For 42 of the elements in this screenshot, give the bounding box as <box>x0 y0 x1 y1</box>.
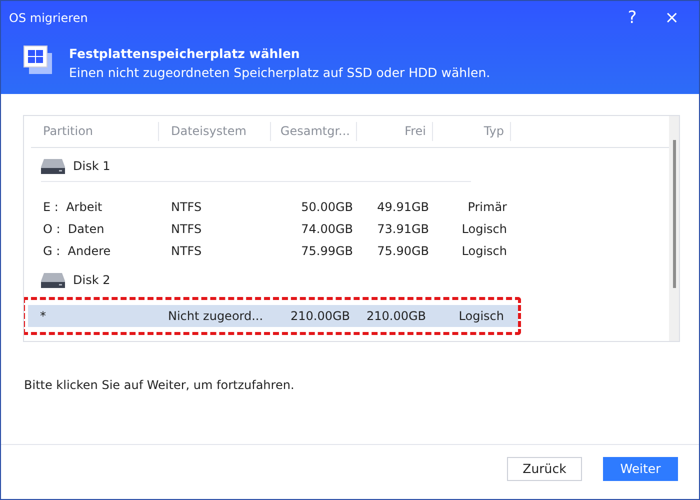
disk-label: Disk 1 <box>73 158 110 175</box>
window-title: OS migrieren <box>9 10 88 27</box>
back-button[interactable]: Zurück <box>507 457 582 481</box>
scrollbar[interactable] <box>669 116 679 341</box>
table-cell-text: NTFS <box>170 221 203 238</box>
disk-label: Disk 2 <box>73 272 110 289</box>
column-header[interactable]: Partition <box>31 122 159 141</box>
table-cell-text: O : Daten <box>42 221 106 238</box>
partition-row[interactable]: G : Andere NTFS 75.99GB 75.90GB Logisch <box>31 240 669 262</box>
table-cell-text: 210.00GB <box>365 308 427 325</box>
table-cell-text: E : Arbeit <box>42 199 104 216</box>
table-cell-text: Logisch <box>458 308 505 325</box>
column-header[interactable]: Gesamtgr... <box>271 122 357 141</box>
table-cell-text: 74.00GB <box>300 221 354 238</box>
scrollbar-thumb[interactable] <box>672 140 676 288</box>
table-cell-text: Logisch <box>460 221 508 238</box>
table-cell-text: 50.00GB <box>300 199 354 216</box>
table-cell-text: 49.91GB <box>376 199 430 216</box>
table-cell-text: 210.00GB <box>289 308 351 325</box>
next-button[interactable]: Weiter <box>603 457 678 481</box>
table-cell-text: 75.99GB <box>300 243 354 260</box>
close-button[interactable]: × <box>658 10 685 26</box>
instruction-text: Bitte klicken Sie auf Weiter, um fortzufahren. <box>23 377 296 394</box>
table-cell-text: 75.90GB <box>376 243 430 260</box>
column-header[interactable]: Dateisystem <box>159 122 271 141</box>
table-cell-text: NTFS <box>170 199 203 216</box>
table-cell-text: Logisch <box>460 243 508 260</box>
column-header[interactable]: Typ <box>433 122 511 141</box>
table-cell-text: * <box>39 308 47 325</box>
partition-row[interactable]: E : Arbeit NTFS 50.00GB 49.91GB Primär <box>31 196 669 218</box>
column-header[interactable]: Frei <box>357 122 433 141</box>
table-cell-text: 73.91GB <box>376 221 430 238</box>
table-cell-text: Nicht zugeord... <box>167 308 264 325</box>
table-cell-text: Primär <box>466 199 508 216</box>
header-subtitle: Einen nicht zugeordneten Speicherplatz auf SSD oder HDD wählen. <box>69 64 490 82</box>
partition-row[interactable]: O : Daten NTFS 74.00GB 73.91GB Logisch <box>31 218 669 240</box>
header-title: Festplattenspeicherplatz wählen <box>69 45 301 63</box>
help-button[interactable]: ? <box>622 10 643 26</box>
partition-row[interactable]: * Nicht zugeord... 210.00GB 210.00GB Logisch <box>28 305 518 327</box>
table-cell-text: G : Andere <box>42 243 112 260</box>
windows-icon <box>23 45 53 75</box>
table-cell-text: NTFS <box>170 243 203 260</box>
